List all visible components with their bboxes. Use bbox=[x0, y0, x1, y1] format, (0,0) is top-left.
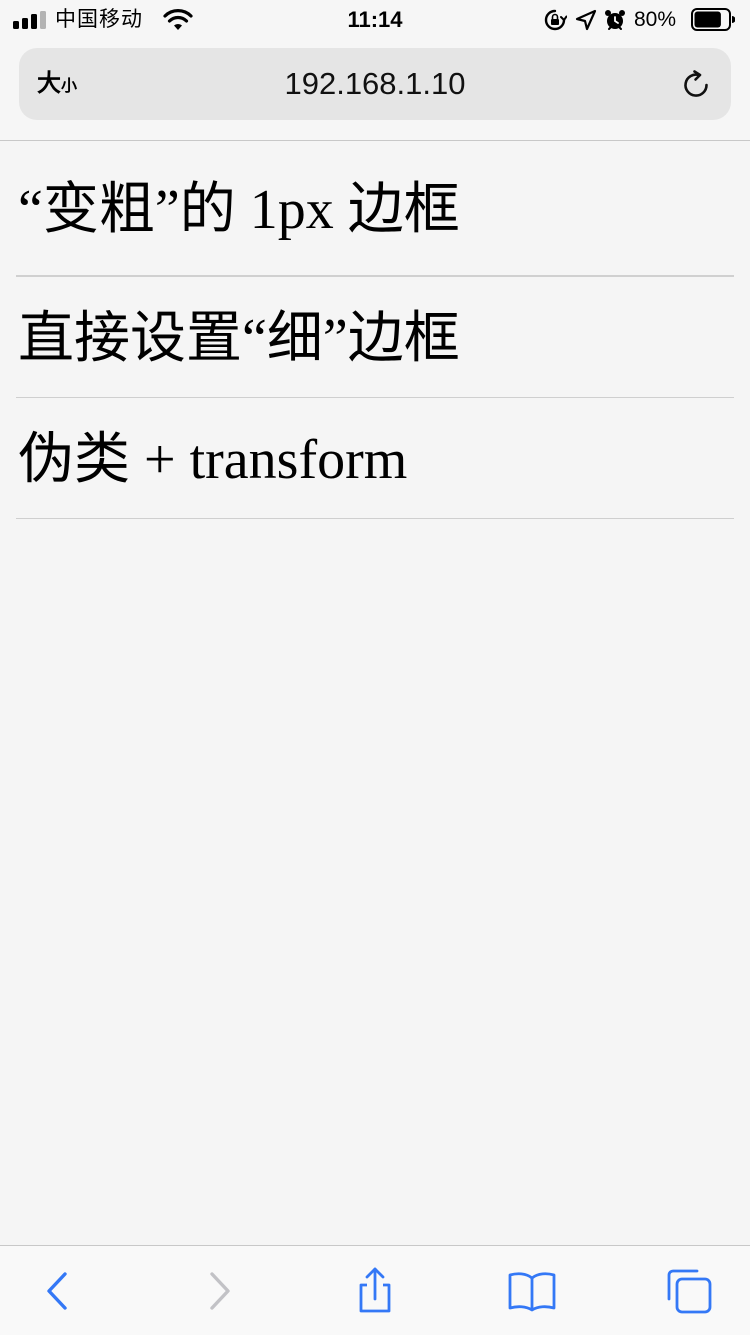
tabs-button[interactable] bbox=[664, 1266, 714, 1316]
back-button[interactable] bbox=[33, 1266, 83, 1316]
alarm-icon bbox=[605, 10, 625, 30]
chevron-left-icon bbox=[47, 1272, 67, 1310]
list-item: 直接设置“细”边框 bbox=[16, 277, 734, 398]
bookmarks-button[interactable] bbox=[507, 1266, 557, 1316]
battery-percent: 80% bbox=[634, 8, 677, 31]
tabs-icon bbox=[667, 1269, 712, 1314]
url-text[interactable]: 192.168.1.10 bbox=[19, 66, 731, 102]
list-item: 伪类 + transform bbox=[16, 398, 734, 519]
book-icon bbox=[508, 1272, 556, 1312]
list-item-label: 直接设置“细”边框 bbox=[18, 308, 460, 370]
list-item-label: 伪类 + transform bbox=[18, 429, 408, 491]
list-item: “变粗”的 1px 边框 bbox=[16, 141, 734, 277]
share-icon bbox=[359, 1267, 391, 1313]
address-bar[interactable]: 大小 192.168.1.10 bbox=[19, 48, 731, 120]
chevron-right-icon bbox=[210, 1272, 230, 1310]
browser-address-area: 大小 192.168.1.10 bbox=[0, 40, 750, 141]
status-bar: 中国移动 11:14 80% bbox=[0, 0, 750, 40]
orientation-lock-icon bbox=[544, 9, 567, 31]
location-icon bbox=[575, 9, 597, 31]
browser-toolbar bbox=[0, 1245, 750, 1335]
reload-icon[interactable] bbox=[679, 68, 713, 102]
share-button[interactable] bbox=[350, 1266, 400, 1316]
forward-button[interactable] bbox=[194, 1266, 244, 1316]
page-content: “变粗”的 1px 边框 直接设置“细”边框 伪类 + transform bbox=[0, 141, 750, 519]
list-item-label: “变粗”的 1px 边框 bbox=[18, 179, 460, 241]
battery-icon bbox=[691, 8, 735, 31]
